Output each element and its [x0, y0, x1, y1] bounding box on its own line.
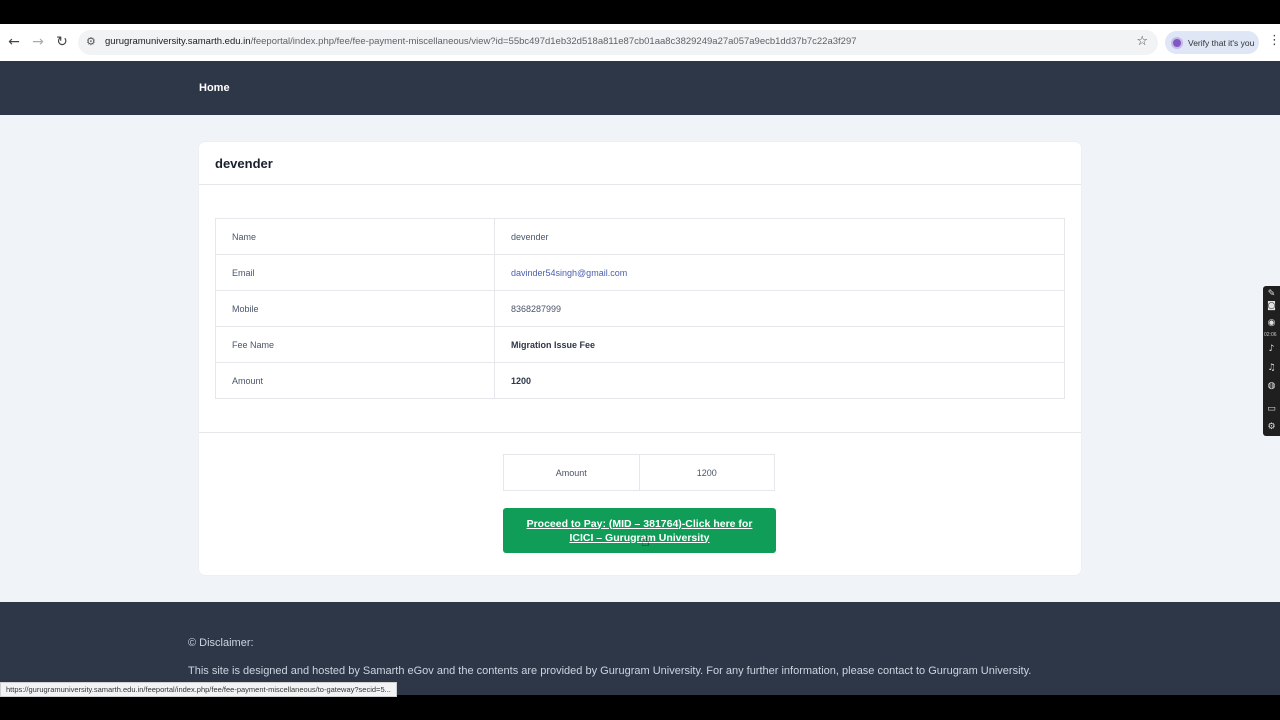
table-row: Mobile 8368287999	[215, 290, 1065, 327]
webcam-icon[interactable]: ◍	[1266, 380, 1277, 391]
url-text[interactable]: gurugramuniversity.samarth.edu.in/feepor…	[105, 36, 857, 47]
pen-icon[interactable]: ✎	[1266, 288, 1277, 299]
disclaimer-title: © Disclaimer:	[188, 637, 254, 649]
fee-details-table: Name devender Email davinder54singh@gmai…	[215, 218, 1065, 399]
table-row: Email davinder54singh@gmail.com	[215, 254, 1065, 291]
nav-home-link[interactable]: Home	[199, 82, 230, 94]
more-menu-icon[interactable]: ⋮	[1268, 33, 1280, 48]
screen-recorder-toolbar: ✎ ◙ ◉ 02:06 ♪ ♫ ◍ ▭ ⚙	[1263, 286, 1280, 436]
settings-gear-icon[interactable]: ⚙	[1266, 421, 1277, 432]
card-title: devender	[215, 156, 273, 171]
browser-toolbar: ← → ↻ ⚙ gurugramuniversity.samarth.edu.i…	[0, 24, 1280, 61]
card-divider	[199, 184, 1081, 185]
amount-summary: Amount 1200	[503, 454, 775, 491]
section-divider	[199, 432, 1081, 433]
table-row: Fee Name Migration Issue Fee	[215, 326, 1065, 363]
url-path: /feeportal/index.php/fee/fee-payment-mis…	[250, 36, 857, 47]
site-navbar: Home	[0, 61, 1280, 115]
speaker-icon[interactable]: ♫	[1266, 362, 1277, 373]
row-label-fee-name: Fee Name	[215, 326, 495, 363]
camera-icon[interactable]: ◙	[1266, 300, 1277, 311]
table-row: Name devender	[215, 218, 1065, 255]
main-content: devender Name devender Email davinder54s…	[0, 115, 1280, 602]
reload-icon[interactable]: ↻	[53, 33, 71, 51]
verify-identity-button[interactable]: Verify that it's you	[1165, 31, 1259, 54]
back-arrow-icon[interactable]: ←	[5, 33, 23, 51]
proceed-to-pay-button[interactable]: Proceed to Pay: (MID – 381764)-Click her…	[503, 508, 776, 553]
row-value-email-link[interactable]: davinder54singh@gmail.com	[494, 254, 1065, 291]
record-icon[interactable]: ◉	[1266, 317, 1277, 328]
row-label-name: Name	[215, 218, 495, 255]
amount-summary-value: 1200	[696, 467, 717, 478]
row-label-mobile: Mobile	[215, 290, 495, 327]
hand-pointer-cursor-icon: ☝	[641, 534, 650, 550]
recording-timer: 02:06	[1264, 332, 1277, 338]
row-label-amount: Amount	[215, 362, 495, 399]
microphone-icon[interactable]: ♪	[1266, 343, 1277, 354]
row-value-mobile: 8368287999	[494, 290, 1065, 327]
disclaimer-text: This site is designed and hosted by Sama…	[188, 665, 1032, 677]
table-row: Amount 1200	[215, 362, 1065, 399]
verify-label: Verify that it's you	[1188, 37, 1255, 48]
bookmark-star-icon[interactable]: ☆	[1136, 34, 1148, 49]
amount-summary-label: Amount	[504, 455, 640, 490]
url-host: gurugramuniversity.samarth.edu.in	[105, 36, 251, 47]
site-settings-icon[interactable]: ⚙	[86, 35, 96, 48]
forward-arrow-icon[interactable]: →	[29, 33, 47, 51]
row-value-name: devender	[494, 218, 1065, 255]
row-label-email: Email	[215, 254, 495, 291]
link-status-bar: https://gurugramuniversity.samarth.edu.i…	[0, 682, 397, 697]
screen-icon[interactable]: ▭	[1266, 403, 1277, 414]
row-value-fee-name: Migration Issue Fee	[494, 326, 1065, 363]
fee-details-card: devender Name devender Email davinder54s…	[199, 142, 1081, 575]
profile-avatar-icon	[1171, 36, 1183, 49]
row-value-amount: 1200	[494, 362, 1065, 399]
address-bar[interactable]: ⚙ gurugramuniversity.samarth.edu.in/feep…	[78, 30, 1158, 55]
